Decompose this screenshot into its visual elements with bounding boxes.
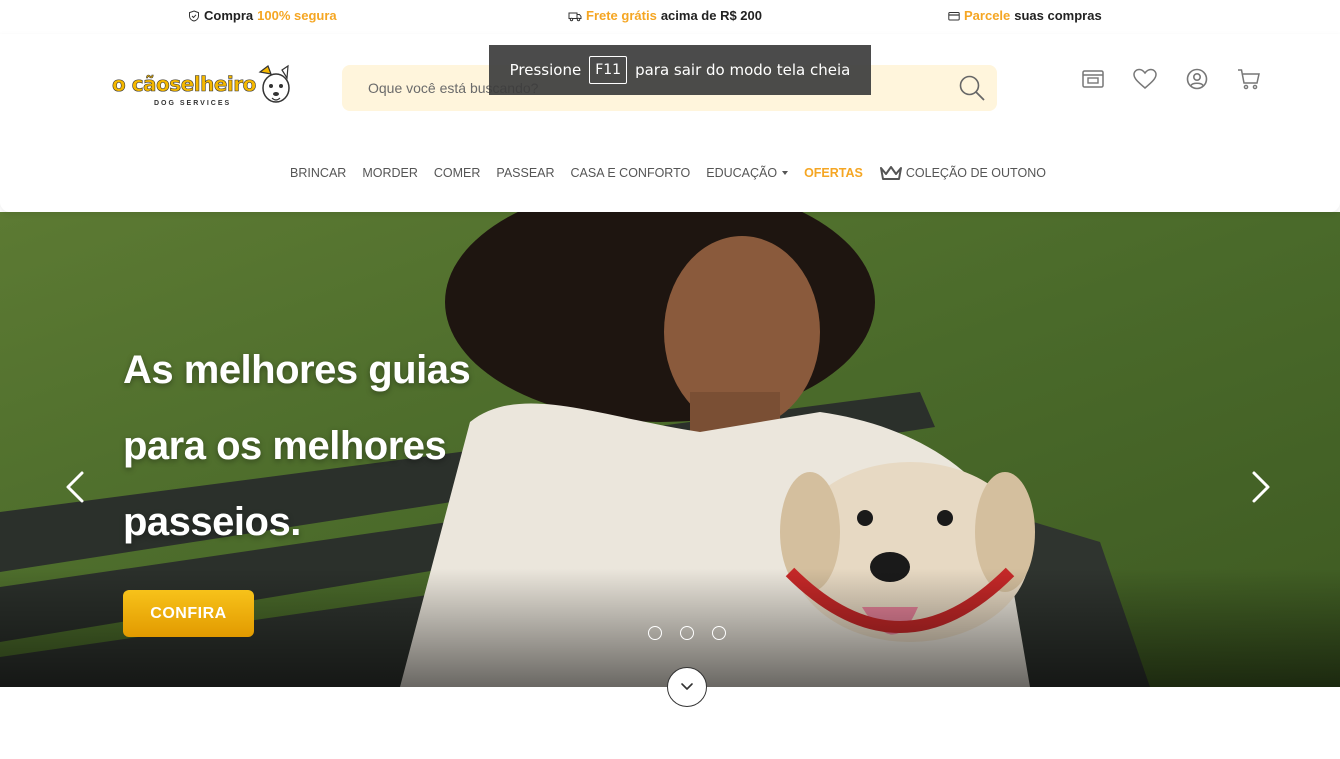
scroll-down-button[interactable] bbox=[667, 667, 707, 707]
carousel-prev-button[interactable] bbox=[60, 467, 90, 507]
chevron-right-icon bbox=[1252, 471, 1270, 503]
cart-icon bbox=[1238, 69, 1260, 90]
installments-notice: Parcele suas compras bbox=[948, 8, 1102, 23]
heart-icon bbox=[1133, 68, 1157, 89]
secure-highlight: 100% segura bbox=[257, 8, 337, 23]
crown-icon bbox=[879, 166, 902, 180]
nav-item-comer[interactable]: COMER bbox=[434, 166, 481, 180]
carousel-indicators bbox=[648, 626, 726, 640]
carousel-dot-3[interactable] bbox=[712, 626, 726, 640]
hero-headline-line-1: As melhores guias bbox=[123, 348, 471, 392]
search-button[interactable] bbox=[957, 73, 987, 103]
header-actions bbox=[1080, 66, 1262, 92]
installments-post: suas compras bbox=[1014, 8, 1102, 23]
nav-item-educacao[interactable]: EDUCAÇÃO bbox=[706, 166, 789, 180]
toast-key: F11 bbox=[589, 56, 628, 84]
truck-icon bbox=[568, 12, 582, 21]
secure-pre: Compra bbox=[204, 8, 254, 23]
secure-purchase-notice: Compra 100% segura bbox=[188, 8, 337, 23]
hero-carousel: As melhores guias para os melhores passe… bbox=[0, 212, 1340, 687]
carousel-dot-2[interactable] bbox=[680, 626, 694, 640]
caret-down-icon bbox=[782, 171, 789, 175]
hero-headline: As melhores guias para os melhores passe… bbox=[123, 332, 543, 560]
nav-item-colecao-label: COLEÇÃO DE OUTONO bbox=[905, 166, 1046, 180]
logo[interactable]: o cãoselheiro DOG SERVICES bbox=[112, 64, 292, 114]
store-button[interactable] bbox=[1080, 66, 1106, 92]
free-shipping-notice: Frete grátis acima de R$ 200 bbox=[568, 8, 762, 23]
confira-button[interactable]: CONFIRA bbox=[123, 590, 254, 637]
shield-icon bbox=[189, 9, 199, 22]
credit-card-icon bbox=[948, 11, 960, 20]
carousel-dot-1[interactable] bbox=[648, 626, 662, 640]
chevron-left-icon bbox=[66, 471, 84, 503]
toast-post: para sair do modo tela cheia bbox=[635, 61, 851, 79]
logo-subtitle: DOG SERVICES bbox=[154, 100, 232, 107]
carousel-next-button[interactable] bbox=[1246, 467, 1276, 507]
cart-button[interactable] bbox=[1236, 66, 1262, 92]
hero-headline-line-2: para os melhores bbox=[123, 424, 447, 468]
nav-item-brincar[interactable]: BRINCAR bbox=[290, 166, 346, 180]
nav-item-colecao-de-outono[interactable]: COLEÇÃO DE OUTONO bbox=[879, 164, 1046, 182]
nav-item-casa-e-conforto[interactable]: CASA E CONFORTO bbox=[571, 166, 691, 180]
store-icon bbox=[1082, 70, 1104, 88]
hero-headline-line-3: passeios. bbox=[123, 500, 301, 544]
shipping-highlight: Frete grátis bbox=[586, 8, 657, 23]
dog-mascot-icon bbox=[258, 64, 290, 103]
fullscreen-exit-toast: Pressione F11 para sair do modo tela che… bbox=[489, 45, 871, 95]
toast-pre: Pressione bbox=[509, 61, 582, 79]
main-navigation: BRINCAR MORDER COMER PASSEAR CASA E CONF… bbox=[0, 164, 1340, 182]
nav-item-passear[interactable]: PASSEAR bbox=[496, 166, 554, 180]
wishlist-button[interactable] bbox=[1132, 66, 1158, 92]
top-info-bar: Compra 100% segura Frete grátis acima de… bbox=[0, 0, 1340, 34]
chevron-down-icon bbox=[681, 683, 693, 690]
shipping-post: acima de R$ 200 bbox=[660, 8, 762, 23]
search-icon bbox=[959, 75, 985, 101]
account-button[interactable] bbox=[1184, 66, 1210, 92]
page: Compra 100% segura Frete grátis acima de… bbox=[0, 0, 1340, 759]
installments-highlight: Parcele bbox=[964, 8, 1011, 23]
nav-item-educacao-label: EDUCAÇÃO bbox=[706, 166, 778, 180]
logo-wordmark: o cãoselheiro bbox=[112, 72, 257, 97]
nav-item-morder[interactable]: MORDER bbox=[362, 166, 418, 180]
user-icon bbox=[1186, 68, 1208, 90]
nav-item-ofertas[interactable]: OFERTAS bbox=[804, 166, 863, 180]
